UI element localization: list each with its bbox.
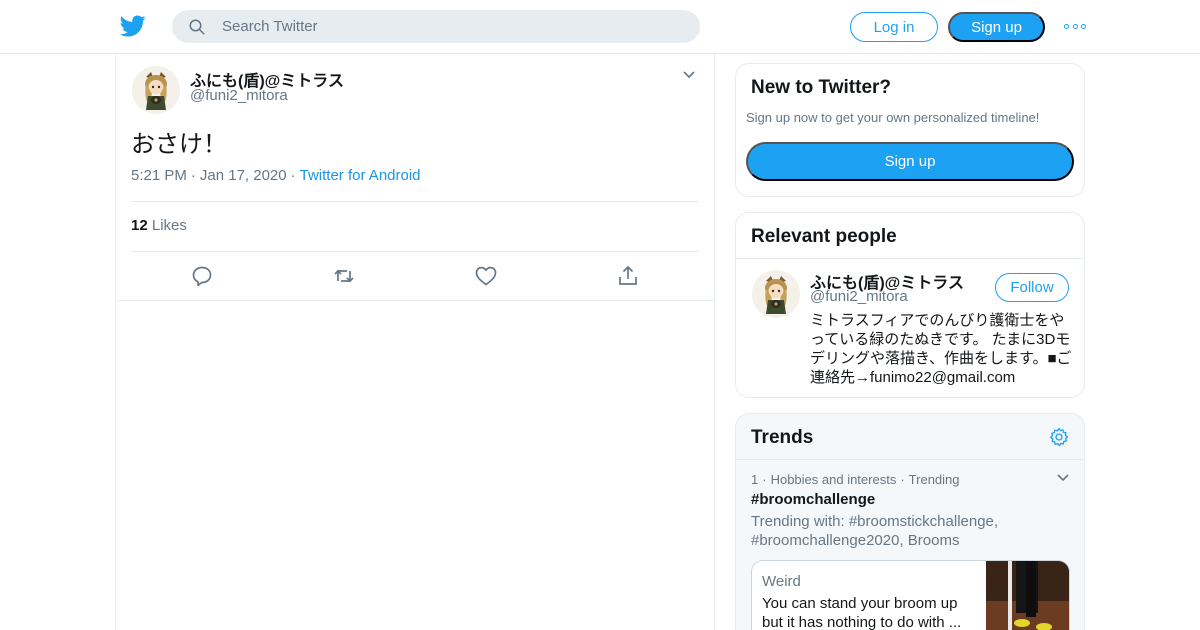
trend-category: Hobbies and interests [770,472,897,487]
chevron-down-icon[interactable] [1056,473,1070,483]
likes-label: Likes [151,217,187,234]
trend-status: Trending [908,472,960,487]
tweet-date[interactable]: Jan 17, 2020 [200,167,287,184]
more-icon[interactable] [1064,20,1086,32]
signup-subtext: Sign up now to get your own personalized… [746,110,1040,125]
more-dot [1081,23,1086,29]
card-title: Trends [751,427,814,448]
tweet-time[interactable]: 5:21 PM [131,167,187,184]
retweet-icon[interactable] [332,264,356,288]
trend-rank: 1 [751,472,759,487]
new-to-twitter-card: New to Twitter? Sign up now to get your … [735,63,1085,197]
chevron-down-icon[interactable] [682,70,696,80]
user-bio: ミトラスフィアでのんびり護衛士をやっている緑のたぬきです。 たまに3Dモデリング… [810,312,1072,386]
user-handle[interactable]: @funi2_mitora [810,288,908,305]
twitter-bird-icon[interactable] [119,13,147,39]
moment-thumbnail [986,561,1069,630]
tweet-metadata: 5:21 PM · Jan 17, 2020 · Twitter for Android [131,167,421,184]
tweet-source-link[interactable]: Twitter for Android [300,167,421,184]
separator-dot: · [190,167,196,184]
more-dot [1064,23,1069,29]
user-handle[interactable]: @funi2_mitora [190,87,288,104]
share-icon[interactable] [616,264,640,288]
card-title: New to Twitter? [751,77,892,98]
likes-number: 12 [131,217,148,234]
signup-button[interactable]: Sign up [948,12,1045,42]
login-button[interactable]: Log in [850,12,938,42]
separator-dot: · [290,167,296,184]
search-bar[interactable] [172,10,700,43]
card-title: Relevant people [751,226,897,247]
divider [736,258,1084,259]
like-icon[interactable] [474,264,498,288]
avatar[interactable] [132,66,180,114]
separator-dot: · [762,472,767,487]
main-column: ふにも(盾)@ミトラス @funi2_mitora おさけ！ 5:21 PM · J… [115,54,715,630]
separator-dot: · [900,472,905,487]
tweet-text: おさけ！ [131,131,227,158]
moment-category: Weird [762,573,801,590]
relevant-people-card: Relevant people ふにも(盾)@ミトラス @funi2_mitor… [735,212,1085,398]
divider [131,251,699,252]
trend-metadata: 1 · Hobbies and interests · Trending [751,472,960,487]
divider [736,459,1084,460]
follow-button[interactable]: Follow [995,273,1069,302]
tweet: ふにも(盾)@ミトラス @funi2_mitora おさけ！ 5:21 PM · J… [116,54,714,301]
reply-icon[interactable] [190,264,214,288]
trending-with: Trending with: #broomstickchallenge, #br… [751,513,999,549]
avatar-image [132,66,180,114]
trend-name[interactable]: #broomchallenge [751,491,875,508]
search-input[interactable] [222,10,682,43]
gear-icon[interactable] [1049,427,1069,447]
avatar-image [752,270,800,318]
search-icon [189,19,205,35]
likes-count[interactable]: 12 Likes [131,217,187,234]
trends-card: Trends 1 · Hobbies and interests · Trending … [735,413,1085,630]
moment-text: You can stand your broom up but it has n… [762,595,962,630]
divider [131,201,699,202]
avatar[interactable] [752,270,800,318]
more-dot [1072,23,1078,29]
top-navigation-bar: Log in Sign up [0,0,1200,54]
sidebar-signup-button[interactable]: Sign up [746,142,1074,181]
moment-card[interactable]: Weird You can stand your broom up but it… [751,560,1070,630]
